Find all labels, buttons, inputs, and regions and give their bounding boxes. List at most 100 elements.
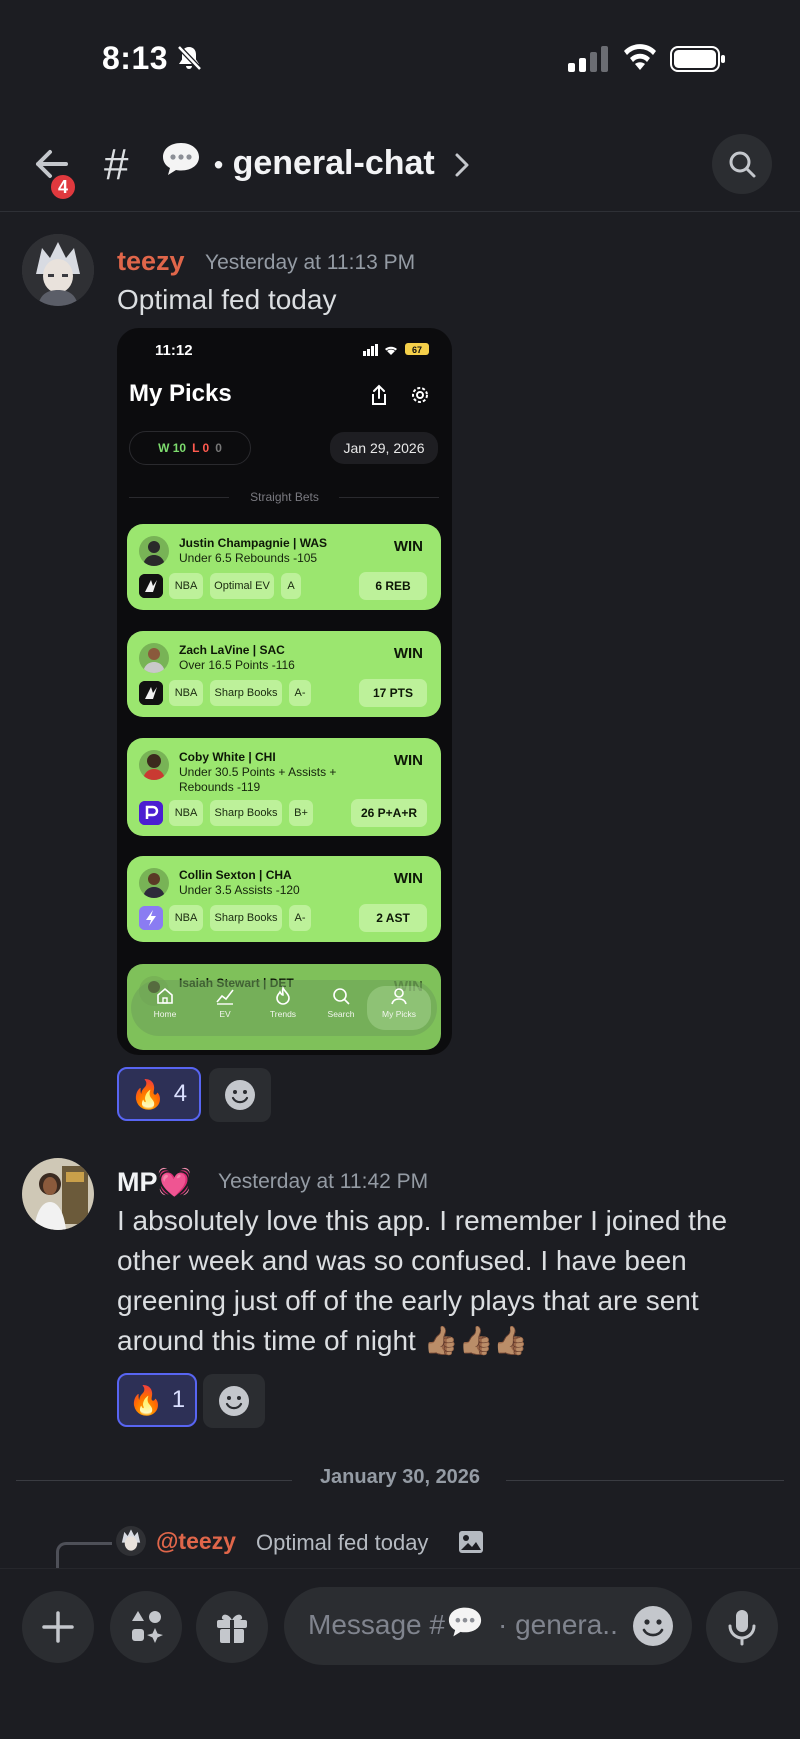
reply-mention[interactable]: @teezy bbox=[156, 1528, 236, 1555]
pick-card: Collin Sexton | CHA Under 3.5 Assists -1… bbox=[127, 856, 441, 942]
stat-result: 26 P+A+R bbox=[351, 799, 427, 827]
source-tag: Optimal EV bbox=[210, 573, 274, 599]
tab-label: Search bbox=[327, 1009, 355, 1019]
player-name: Collin Sexton | CHA bbox=[179, 868, 292, 882]
reaction-fire[interactable]: 🔥 1 bbox=[117, 1373, 197, 1427]
home-icon bbox=[157, 987, 173, 1004]
pick-result: WIN bbox=[393, 645, 423, 662]
source-tag: Sharp Books bbox=[210, 905, 282, 931]
avatar[interactable] bbox=[22, 1158, 94, 1230]
tab-label: My Picks bbox=[382, 1009, 416, 1019]
book-logo-icon bbox=[139, 906, 163, 930]
tab-my-picks: My Picks bbox=[367, 986, 431, 1030]
book-logo-icon bbox=[139, 681, 163, 705]
gift-button[interactable] bbox=[196, 1591, 268, 1663]
timestamp: Yesterday at 11:42 PM bbox=[218, 1170, 429, 1193]
add-attachment-button[interactable] bbox=[22, 1591, 94, 1663]
player-avatar bbox=[139, 750, 169, 780]
source-tag: Sharp Books bbox=[210, 800, 282, 826]
pick-result: WIN bbox=[393, 870, 423, 887]
pick-result: WIN bbox=[393, 538, 423, 555]
league-tag: NBA bbox=[169, 680, 203, 706]
stat-result: 6 REB bbox=[359, 572, 427, 600]
tab-ev: EV bbox=[197, 986, 253, 1030]
reaction-fire[interactable]: 🔥 4 bbox=[117, 1067, 201, 1121]
fire-icon: 🔥 bbox=[128, 1384, 164, 1416]
source-tag: Sharp Books bbox=[210, 680, 282, 706]
image-attachment[interactable]: 11:12 67 My Picks W 10 L 0 0 Jan 29, 202… bbox=[117, 328, 452, 1055]
player-avatar bbox=[139, 536, 169, 566]
pick-line: Under 30.5 Points + Assists + Rebounds -… bbox=[179, 765, 337, 794]
league-tag: NBA bbox=[169, 905, 203, 931]
avatar-image bbox=[22, 1158, 94, 1230]
add-reaction-icon bbox=[225, 1080, 255, 1110]
channel-name[interactable]: • general-chat bbox=[214, 144, 435, 183]
bell-slash-icon bbox=[177, 45, 202, 71]
reply-text: Optimal fed today bbox=[256, 1530, 429, 1555]
player-avatar bbox=[139, 643, 169, 673]
attachment-battery-level: 67 bbox=[412, 345, 422, 355]
add-reaction-button[interactable] bbox=[203, 1374, 265, 1428]
voice-message-button[interactable] bbox=[706, 1591, 778, 1663]
reaction-count: 4 bbox=[173, 1080, 188, 1107]
gift-icon bbox=[217, 1614, 247, 1643]
attachment-status-time: 11:12 bbox=[155, 342, 193, 359]
attachment-tab-bar: Home EV Trends Search My Picks bbox=[131, 980, 437, 1036]
add-reaction-button[interactable] bbox=[209, 1068, 271, 1122]
search-icon bbox=[729, 151, 756, 178]
avatar[interactable] bbox=[22, 234, 94, 306]
pick-card: Justin Champagnie | WAS Under 6.5 Reboun… bbox=[127, 524, 441, 610]
username[interactable]: teezy bbox=[117, 246, 185, 277]
message-input[interactable]: Message # · genera.. bbox=[284, 1587, 692, 1665]
username[interactable]: MP💓 bbox=[117, 1166, 191, 1198]
date-divider: January 30, 2026 bbox=[319, 1466, 481, 1488]
battery-icon bbox=[670, 46, 725, 72]
emoji-icon[interactable] bbox=[632, 1605, 674, 1647]
attachment-status-icons: 67 bbox=[363, 343, 429, 356]
record-pushes: 0 bbox=[215, 441, 222, 455]
plus-icon bbox=[42, 1611, 74, 1643]
wifi-icon bbox=[624, 44, 656, 70]
date-pill: Jan 29, 2026 bbox=[330, 432, 438, 464]
book-logo-icon bbox=[139, 574, 163, 598]
user-icon bbox=[391, 988, 407, 1005]
channel-name-text: general-chat bbox=[232, 144, 435, 182]
gear-icon bbox=[412, 387, 428, 403]
add-reaction-icon bbox=[219, 1386, 249, 1416]
pick-card: Coby White | CHI Under 30.5 Points + Ass… bbox=[127, 738, 441, 836]
reply-preview[interactable]: @teezy Optimal fed today bbox=[0, 1524, 800, 1572]
grade-tag: A bbox=[281, 573, 301, 599]
avatar-image bbox=[22, 234, 94, 306]
player-name: Coby White | CHI bbox=[179, 750, 276, 764]
tab-label: EV bbox=[219, 1009, 231, 1019]
pick-line: Over 16.5 Points -116 bbox=[179, 658, 295, 672]
section-label: Straight Bets bbox=[250, 490, 319, 504]
grade-tag: A- bbox=[289, 680, 311, 706]
pick-card: Zach LaVine | SAC Over 16.5 Points -116 … bbox=[127, 631, 441, 717]
message-text: I absolutely love this app. I remember I… bbox=[117, 1205, 728, 1356]
apps-button[interactable] bbox=[110, 1591, 182, 1663]
record-wins: W 10 bbox=[158, 441, 187, 455]
player-name: Zach LaVine | SAC bbox=[179, 643, 285, 657]
tab-label: Trends bbox=[269, 1009, 297, 1019]
share-icon bbox=[372, 384, 386, 405]
flame-icon bbox=[276, 986, 290, 1005]
tab-label: Home bbox=[153, 1009, 177, 1019]
grade-tag: A- bbox=[289, 905, 311, 931]
unread-badge: 4 bbox=[48, 172, 78, 202]
message-text: Optimal fed today bbox=[117, 284, 337, 315]
message-composer: Message # · genera.. bbox=[0, 1568, 800, 1739]
chevron-right-icon[interactable] bbox=[454, 152, 470, 178]
cellular-signal-icon bbox=[568, 46, 608, 72]
tab-home: Home bbox=[137, 986, 193, 1030]
search-button[interactable] bbox=[712, 134, 772, 194]
book-logo-icon bbox=[139, 801, 163, 825]
tab-search: Search bbox=[313, 986, 369, 1030]
input-placeholder-suffix: · genera.. bbox=[498, 1609, 618, 1640]
stat-result: 2 AST bbox=[359, 904, 427, 932]
tab-trends: Trends bbox=[255, 986, 311, 1030]
pick-line: Under 3.5 Assists -120 bbox=[179, 883, 300, 897]
player-avatar bbox=[139, 868, 169, 898]
reply-avatar bbox=[116, 1526, 146, 1556]
channel-hash-icon: # bbox=[104, 140, 129, 189]
